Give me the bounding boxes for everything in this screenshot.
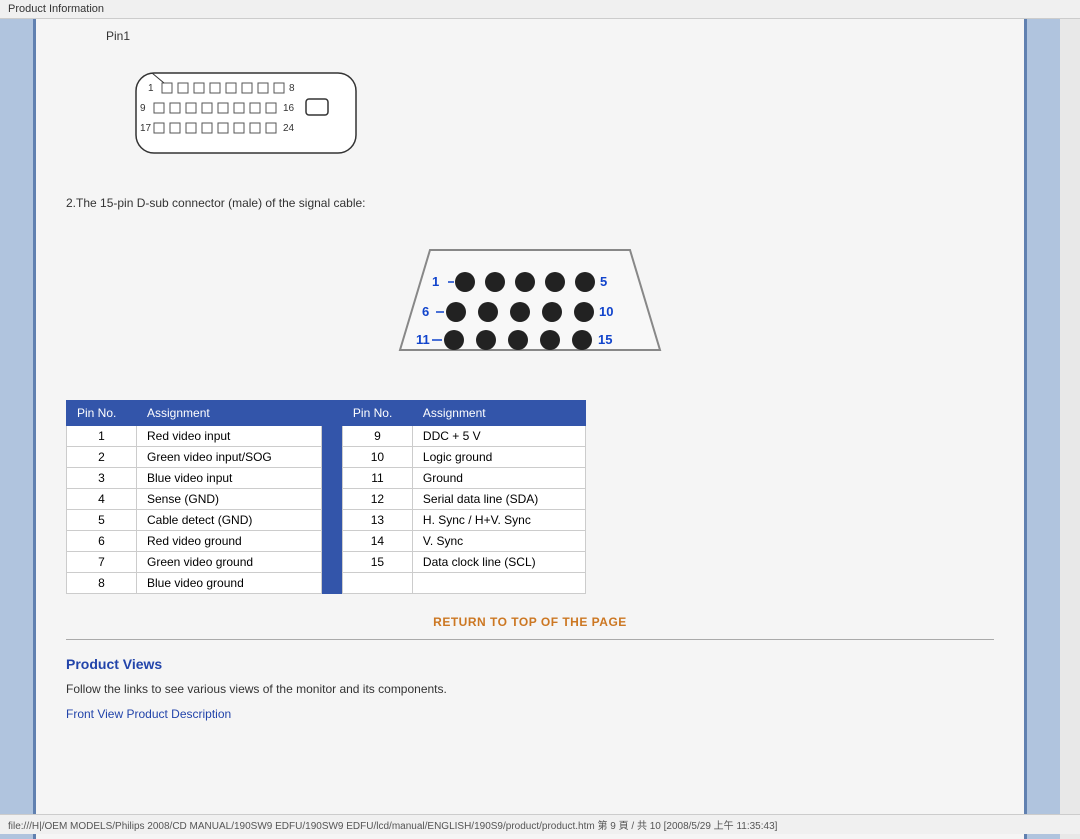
pin1-cell: 7 xyxy=(67,552,137,573)
svg-text:16: 16 xyxy=(283,103,295,114)
front-view-link[interactable]: Front View Product Description xyxy=(66,707,231,721)
assign1-cell: Green video input/SOG xyxy=(137,447,322,468)
assign1-cell: Blue video input xyxy=(137,468,322,489)
status-text: file:///H|/OEM MODELS/Philips 2008/CD MA… xyxy=(8,821,777,832)
pin2-cell: 11 xyxy=(342,468,412,489)
table-row: 1 Red video input 9 DDC + 5 V xyxy=(67,426,586,447)
table-row: 7 Green video ground 15 Data clock line … xyxy=(67,552,586,573)
col1-pinno-header: Pin No. xyxy=(67,401,137,426)
pin2-cell: 13 xyxy=(342,510,412,531)
table-row: 5 Cable detect (GND) 13 H. Sync / H+V. S… xyxy=(67,510,586,531)
divider-cell xyxy=(321,489,342,510)
assign2-cell: Logic ground xyxy=(412,447,585,468)
pin1-cell: 3 xyxy=(67,468,137,489)
left-sidebar xyxy=(0,19,36,839)
assign1-cell: Cable detect (GND) xyxy=(137,510,322,531)
product-views-title: Product Views xyxy=(66,656,994,672)
divider-cell xyxy=(321,552,342,573)
main-content: Pin1 xyxy=(36,19,1024,839)
top-bar: Product Information xyxy=(0,0,1080,19)
product-views-description: Follow the links to see various views of… xyxy=(66,682,994,696)
svg-text:24: 24 xyxy=(283,123,295,134)
divider-cell xyxy=(321,426,342,447)
assign1-cell: Red video ground xyxy=(137,531,322,552)
pin2-cell xyxy=(342,573,412,594)
assign2-cell: H. Sync / H+V. Sync xyxy=(412,510,585,531)
section-divider xyxy=(66,639,994,640)
divider-cell xyxy=(321,510,342,531)
pin1-cell: 8 xyxy=(67,573,137,594)
right-sidebar xyxy=(1024,19,1060,839)
pin2-cell: 15 xyxy=(342,552,412,573)
return-to-top-section: RETURN TO TOP OF THE PAGE xyxy=(66,614,994,629)
assign2-cell: DDC + 5 V xyxy=(412,426,585,447)
assign2-cell: V. Sync xyxy=(412,531,585,552)
pin1-cell: 5 xyxy=(67,510,137,531)
divider-cell xyxy=(321,573,342,594)
pin1-label: Pin1 xyxy=(106,29,994,43)
divider-cell xyxy=(321,531,342,552)
product-views-section: Product Views Follow the links to see va… xyxy=(66,656,994,721)
pin2-cell: 12 xyxy=(342,489,412,510)
status-bar: file:///H|/OEM MODELS/Philips 2008/CD MA… xyxy=(0,814,1080,834)
svg-text:6: 6 xyxy=(422,304,429,319)
assign2-cell xyxy=(412,573,585,594)
table-row: 6 Red video ground 14 V. Sync xyxy=(67,531,586,552)
table-row: 3 Blue video input 11 Ground xyxy=(67,468,586,489)
table-row: 8 Blue video ground xyxy=(67,573,586,594)
vga-connector-section: 1 5 6 10 11 xyxy=(66,220,994,380)
dvi-connector-diagram: 1 8 9 16 17 24 xyxy=(106,55,386,165)
pin1-cell: 2 xyxy=(67,447,137,468)
pin1-cell: 1 xyxy=(67,426,137,447)
assign1-cell: Red video input xyxy=(137,426,322,447)
svg-text:9: 9 xyxy=(140,103,146,114)
svg-text:15: 15 xyxy=(598,332,612,347)
dvi-connector-section: Pin1 xyxy=(66,29,994,176)
divider-cell xyxy=(321,447,342,468)
svg-text:17: 17 xyxy=(140,123,152,134)
col2-assignment-header: Assignment xyxy=(412,401,585,426)
page-title: Product Information xyxy=(8,3,104,15)
divider-cell xyxy=(321,468,342,489)
svg-text:8: 8 xyxy=(289,83,295,94)
section-description: 2.The 15-pin D-sub connector (male) of t… xyxy=(66,196,994,210)
assign1-cell: Blue video ground xyxy=(137,573,322,594)
return-to-top-link[interactable]: RETURN TO TOP OF THE PAGE xyxy=(433,615,627,629)
svg-text:10: 10 xyxy=(599,304,613,319)
pin-assignment-table: Pin No. Assignment Pin No. Assignment 1 … xyxy=(66,400,586,594)
pin-table-section: Pin No. Assignment Pin No. Assignment 1 … xyxy=(66,400,994,594)
assign1-cell: Sense (GND) xyxy=(137,489,322,510)
svg-text:1: 1 xyxy=(432,274,439,289)
pin2-cell: 14 xyxy=(342,531,412,552)
svg-text:11: 11 xyxy=(416,332,430,347)
assign2-cell: Serial data line (SDA) xyxy=(412,489,585,510)
pin1-cell: 4 xyxy=(67,489,137,510)
pin2-cell: 10 xyxy=(342,447,412,468)
assign2-cell: Ground xyxy=(412,468,585,489)
far-right-panel xyxy=(1060,19,1080,839)
svg-text:5: 5 xyxy=(600,274,607,289)
table-row: 4 Sense (GND) 12 Serial data line (SDA) xyxy=(67,489,586,510)
pin2-cell: 9 xyxy=(342,426,412,447)
col2-pinno-header: Pin No. xyxy=(342,401,412,426)
table-divider xyxy=(321,401,342,426)
assign2-cell: Data clock line (SCL) xyxy=(412,552,585,573)
pin1-cell: 6 xyxy=(67,531,137,552)
svg-text:1: 1 xyxy=(148,83,154,94)
col1-assignment-header: Assignment xyxy=(137,401,322,426)
assign1-cell: Green video ground xyxy=(137,552,322,573)
table-row: 2 Green video input/SOG 10 Logic ground xyxy=(67,447,586,468)
